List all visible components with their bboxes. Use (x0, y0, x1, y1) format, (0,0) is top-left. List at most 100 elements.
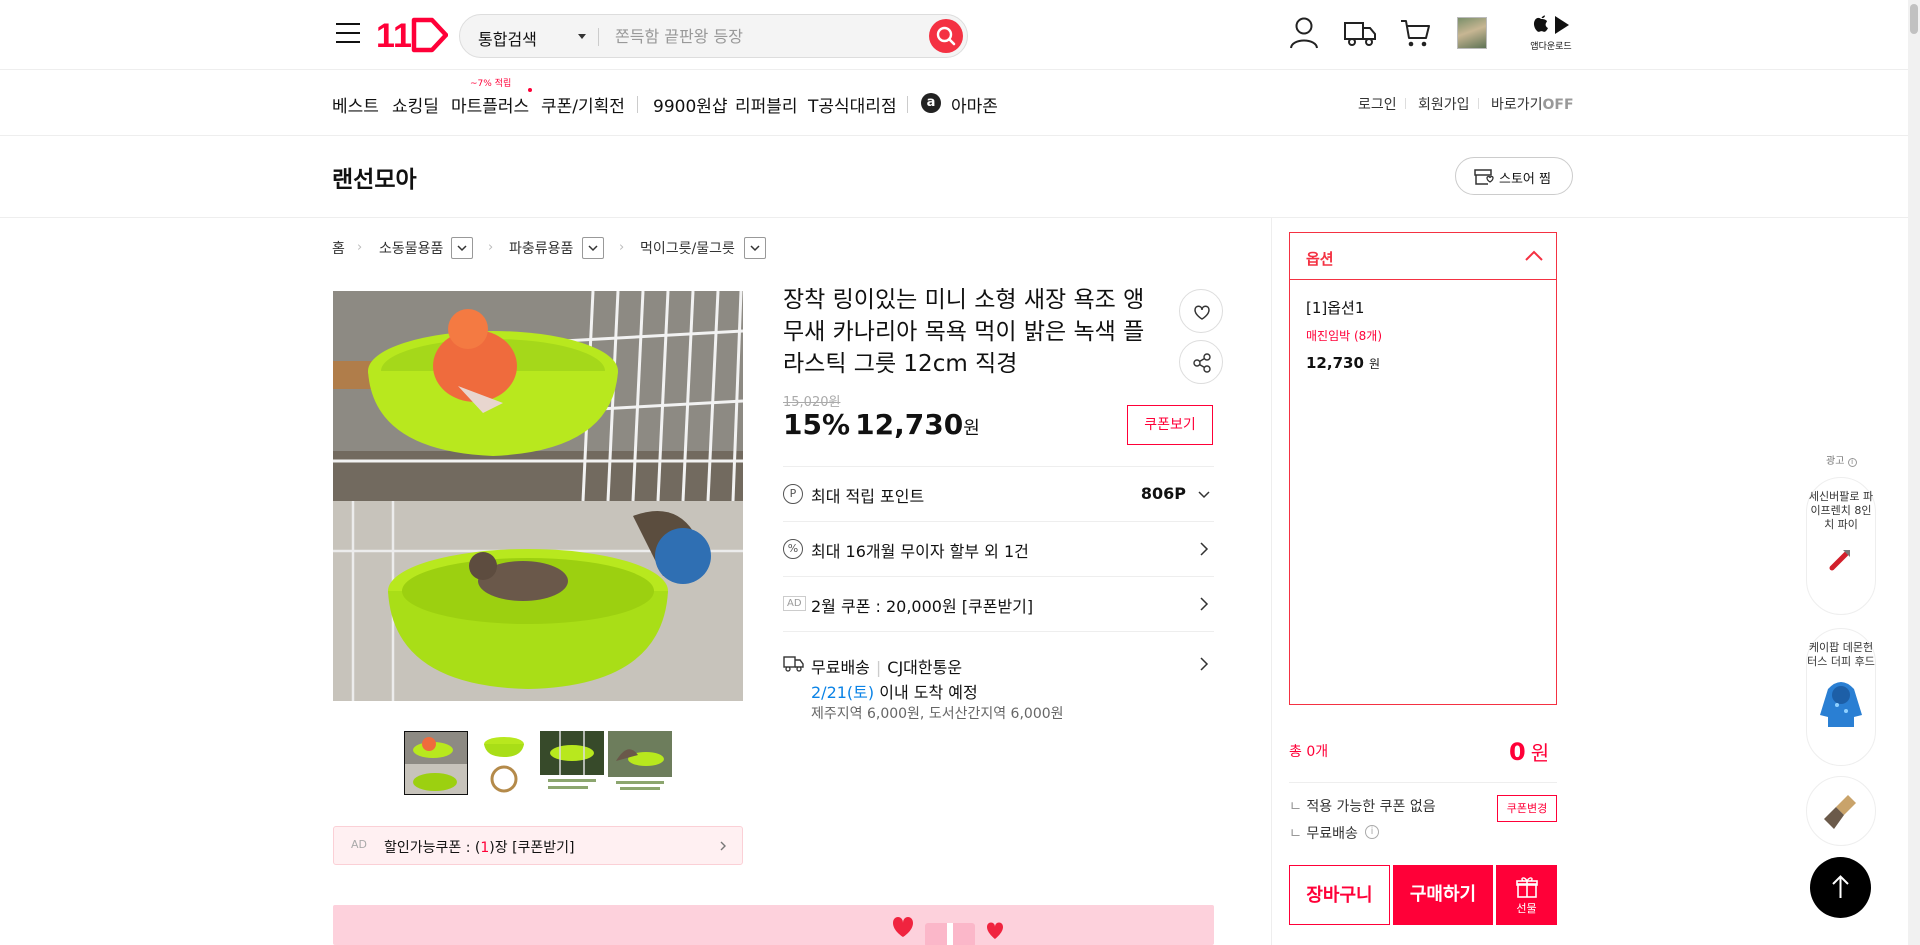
breadcrumb-separator: › (619, 240, 625, 255)
points-value: 806P (1140, 484, 1186, 503)
promotion-banner[interactable] (333, 905, 1214, 945)
option-panel: 옵션 [1]옵션1 매진임박 (8개) 12,730 원 (1289, 232, 1557, 705)
discount-coupon-banner[interactable]: AD 할인가능쿠폰 : (1)장 [쿠폰받기] (333, 826, 743, 865)
arrival-date: 2/21(토) (811, 683, 875, 702)
coupon-status-text: 적용 가능한 쿠폰 없음 (1306, 799, 1436, 815)
rail-ad-item-2[interactable]: 케이팝 데몬헌터스 더피 후드 (1806, 628, 1876, 766)
rail-ad-item-1[interactable]: 세신버팔로 파이프렌치 8인치 파이 (1806, 477, 1876, 615)
info-icon: i (1847, 458, 1857, 467)
nav-coupon-promo[interactable]: 쿠폰/기획전 (541, 92, 625, 117)
nav-amazon[interactable]: 아마존 (951, 92, 998, 117)
thumbnail-4[interactable] (608, 731, 672, 795)
nav-best[interactable]: 베스트 (332, 92, 379, 117)
arrow-up-icon (1832, 875, 1849, 898)
breadcrumb-cat1-dropdown[interactable] (451, 237, 473, 259)
coupon-banner-suffix: )장 [쿠폰받기] (489, 840, 575, 856)
wishlist-button[interactable] (1179, 289, 1223, 333)
paint-brush-image (1824, 795, 1856, 829)
breadcrumb-cat1[interactable]: 소동물용품 (379, 238, 443, 258)
page-scrollbar[interactable] (1908, 0, 1920, 945)
points-row[interactable]: P 최대 적립 포인트 806P (783, 466, 1214, 521)
app-download-button[interactable]: 앱다운로드 (1526, 14, 1576, 54)
nav-t-official[interactable]: T공식대리점 (808, 92, 897, 117)
delivery-truck-icon[interactable] (1343, 18, 1377, 48)
arrival-estimate: 2/21(토) 이내 도착 예정 (811, 679, 978, 703)
site-logo[interactable]: 11 (376, 16, 448, 54)
coupon-change-button[interactable]: 쿠폰변경 (1497, 795, 1557, 822)
cart-icon[interactable] (1399, 17, 1431, 49)
breadcrumb-cat3-dropdown[interactable] (744, 237, 766, 259)
breadcrumb-cat3[interactable]: 먹이그릇/물그릇 (640, 238, 735, 258)
breadcrumb-home[interactable]: 홈 (332, 238, 345, 258)
share-icon (1193, 353, 1211, 373)
chevron-right-icon (1200, 657, 1209, 671)
option-price: 12,730 원 (1306, 353, 1380, 372)
my-account-icon[interactable] (1289, 16, 1319, 50)
pipe-wrench-image (1829, 550, 1850, 571)
total-price-unit: 원 (1530, 741, 1550, 765)
chevron-right-icon (1200, 542, 1209, 556)
store-name[interactable]: 랜선모아 (332, 160, 417, 194)
store-heart-icon (1474, 169, 1494, 185)
signup-link[interactable]: 회원가입 (1418, 94, 1470, 114)
delivery-row[interactable]: 무료배송 | CJ대한통운 2/21(토) 이내 도착 예정 제주지역 6,000원… (783, 631, 1214, 731)
share-button[interactable] (1179, 340, 1223, 384)
store-bar: 랜선모아 스토어 찜 (0, 136, 1908, 218)
summary-divider (1289, 782, 1557, 783)
main-product-image[interactable] (333, 291, 743, 701)
search-icon (936, 26, 956, 46)
points-label: 최대 적립 포인트 (811, 487, 925, 506)
heart-icon (1194, 305, 1210, 320)
option-header[interactable]: 옵션 (1290, 233, 1556, 280)
stock-note: 매진임박 (8개) (1306, 329, 1383, 343)
scroll-top-button[interactable] (1810, 857, 1871, 918)
nav-refurbly[interactable]: 리퍼블리 (735, 92, 798, 117)
thumbnail-1[interactable] (404, 731, 468, 795)
option-name[interactable]: [1]옵션1 (1306, 297, 1364, 318)
store-follow-button[interactable]: 스토어 찜 (1455, 157, 1573, 195)
truck-icon (783, 656, 804, 672)
breadcrumb-cat2[interactable]: 파충류용품 (509, 238, 573, 258)
nav-mart-plus[interactable]: 마트플러스 (451, 92, 529, 117)
info-icon[interactable]: i (1365, 825, 1379, 839)
ad-badge: AD (351, 838, 367, 851)
monthly-coupon-row[interactable]: AD 2월 쿠폰 : 20,000원 [쿠폰받기] (783, 576, 1214, 631)
installment-row[interactable]: % 최대 16개월 무이자 할부 외 1건 (783, 521, 1214, 576)
thumbnail-3[interactable] (540, 731, 604, 795)
shortcut-toggle[interactable]: 바로가기OFF (1491, 94, 1574, 114)
breadcrumb-cat2-dropdown[interactable] (582, 237, 604, 259)
recent-product-thumbnail[interactable] (1457, 17, 1487, 49)
coupon-status: ㄴ 적용 가능한 쿠폰 없음 (1289, 799, 1436, 815)
search-button[interactable] (929, 19, 963, 53)
chevron-down-icon (750, 245, 760, 252)
installment-label: 최대 16개월 무이자 할부 외 1건 (811, 542, 1029, 561)
scrollbar-thumb[interactable] (1910, 4, 1918, 34)
buy-now-button[interactable]: 구매하기 (1393, 865, 1493, 925)
gift-hearts-illustration (893, 917, 1003, 945)
gift-button[interactable]: 선물 (1496, 865, 1557, 925)
add-to-cart-button[interactable]: 장바구니 (1289, 865, 1390, 925)
rail-ad-label: 광고 i (1826, 452, 1857, 467)
option-price-value: 12,730 (1306, 354, 1364, 372)
menu-icon[interactable] (336, 23, 360, 45)
coupon-banner-prefix: 할인가능쿠폰 : ( (384, 840, 481, 856)
breadcrumb-separator: › (357, 240, 363, 255)
breadcrumb-separator: › (488, 240, 494, 255)
nav-shocking-deal[interactable]: 쇼킹딜 (392, 92, 439, 117)
thumbnail-2[interactable] (472, 731, 536, 795)
amazon-icon: a (921, 93, 941, 113)
search-scope-select[interactable]: 통합검색 (478, 26, 537, 50)
util-divider (1478, 98, 1479, 109)
nav-divider (907, 96, 908, 113)
login-link[interactable]: 로그인 (1358, 94, 1397, 114)
search-input[interactable] (615, 22, 915, 50)
rail-ad-item-3[interactable] (1806, 776, 1876, 846)
view-coupon-button[interactable]: 쿠폰보기 (1127, 405, 1213, 445)
app-download-label: 앱다운로드 (1530, 42, 1572, 52)
delivery-extra-fee: 제주지역 6,000원, 도서산간지역 6,000원 (811, 706, 1064, 722)
sale-price: 15% 12,730원 (783, 408, 980, 441)
nav-9900-shop[interactable]: 9900원샵 (653, 92, 728, 117)
gift-label: 선물 (1516, 902, 1537, 915)
shortcut-state: OFF (1542, 97, 1574, 113)
shipping-summary: ㄴ 무료배송 (1289, 826, 1358, 842)
